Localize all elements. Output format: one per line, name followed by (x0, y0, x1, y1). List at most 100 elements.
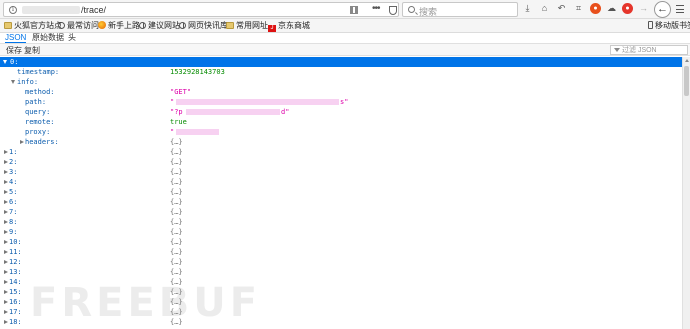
save-button[interactable]: 保存 (4, 45, 24, 55)
bookmark-item[interactable]: 建议网站 (139, 21, 180, 31)
tree-row[interactable]: remote: true (0, 117, 682, 127)
undo-icon[interactable]: ↶ (556, 3, 567, 14)
expand-toggle-icon[interactable] (4, 220, 8, 224)
bookmark-item[interactable]: 新手上路 (98, 21, 140, 31)
tree-value: {…} (170, 188, 183, 196)
tree-key: 11: (9, 248, 22, 256)
url-host-redacted (22, 6, 80, 14)
expand-toggle-icon[interactable] (3, 60, 7, 64)
tree-key: 0: (10, 58, 19, 66)
tree-value: {…} (170, 168, 183, 176)
mobile-bookmarks[interactable]: 移动版书签 (648, 21, 690, 31)
tree-row[interactable]: path: " s" (0, 97, 682, 107)
expand-toggle-icon[interactable] (4, 320, 8, 324)
tree-row[interactable]: 2: {…} (0, 157, 682, 167)
tree-row[interactable]: proxy: " (0, 127, 682, 137)
tree-row[interactable]: 6: {…} (0, 197, 682, 207)
tree-value: {…} (170, 138, 183, 146)
tree-row[interactable]: headers: {…} (0, 137, 682, 147)
tree-value: {…} (170, 228, 183, 236)
tree-key: 6: (9, 198, 18, 206)
tree-key: 1: (9, 148, 18, 156)
vertical-scrollbar[interactable] (682, 57, 690, 329)
bookmark-label: 网页快讯库 (188, 21, 228, 30)
expand-toggle-icon[interactable] (4, 200, 8, 204)
download-icon[interactable]: ⤓ (522, 3, 533, 14)
tree-key: 5: (9, 188, 18, 196)
info-icon[interactable]: i (9, 6, 17, 14)
tree-row[interactable]: method: "GET" (0, 87, 682, 97)
expand-toggle-icon[interactable] (4, 310, 8, 314)
shield-icon[interactable] (389, 6, 397, 15)
expand-toggle-icon[interactable] (4, 150, 8, 154)
expand-toggle-icon[interactable] (4, 290, 8, 294)
tree-row[interactable]: 5: {…} (0, 187, 682, 197)
search-icon (408, 6, 415, 13)
mobile-icon (648, 21, 653, 29)
bookmark-item[interactable]: J 京东商城 (268, 21, 310, 32)
search-bar[interactable]: 搜索 (402, 2, 518, 17)
tree-value: {…} (170, 198, 183, 206)
tree-value: {…} (170, 238, 183, 246)
gear-icon (58, 22, 65, 29)
bookmark-item[interactable]: 火狐官方站点 (4, 21, 62, 31)
tree-row[interactable]: 10: {…} (0, 237, 682, 247)
expand-toggle-icon[interactable] (4, 190, 8, 194)
tree-key: 15: (9, 288, 22, 296)
extension-icon[interactable]: ● (590, 3, 601, 14)
expand-toggle-icon[interactable] (20, 140, 24, 144)
tree-row[interactable]: 4: {…} (0, 177, 682, 187)
tab-headers[interactable]: 头 (68, 33, 76, 43)
bookmark-item[interactable]: 常用网址 (226, 21, 268, 31)
bookmark-label: 常用网址 (236, 21, 268, 30)
copy-button[interactable]: 复制 (22, 45, 42, 55)
globe-icon (139, 22, 146, 29)
redacted-block (186, 109, 280, 115)
tree-row[interactable]: 1: {…} (0, 147, 682, 157)
expand-toggle-icon[interactable] (11, 80, 15, 84)
chat-icon[interactable]: ☁ (606, 3, 617, 14)
weibo-icon[interactable]: ● (622, 3, 633, 14)
tree-row[interactable]: 12: {…} (0, 257, 682, 267)
bookmark-item[interactable]: 最常访问 (58, 21, 99, 31)
expand-toggle-icon[interactable] (4, 170, 8, 174)
home-icon[interactable]: ⌂ (539, 3, 550, 14)
scroll-up-icon[interactable] (684, 59, 689, 62)
filter-json-input[interactable]: 过滤 JSON (610, 45, 688, 55)
tree-key: timestamp: (17, 68, 60, 76)
expand-toggle-icon[interactable] (4, 280, 8, 284)
forward-icon[interactable]: → (638, 3, 649, 14)
tree-row[interactable]: query: "?p d" (0, 107, 682, 117)
tree-row[interactable]: 11: {…} (0, 247, 682, 257)
tree-row[interactable]: 8: {…} (0, 217, 682, 227)
address-bar[interactable]: i /trace/ ••• (3, 2, 399, 17)
expand-toggle-icon[interactable] (4, 260, 8, 264)
tree-row[interactable]: timestamp: 1532928143703 (0, 67, 682, 77)
tree-row[interactable]: 13: {…} (0, 267, 682, 277)
expand-toggle-icon[interactable] (4, 230, 8, 234)
scrollbar-thumb[interactable] (684, 66, 689, 96)
tree-row[interactable]: 7: {…} (0, 207, 682, 217)
expand-toggle-icon[interactable] (4, 300, 8, 304)
bookmark-label: 最常访问 (67, 21, 99, 30)
tree-row[interactable]: 3: {…} (0, 167, 682, 177)
tree-row[interactable]: info: (0, 77, 682, 87)
back-button[interactable]: ← (654, 1, 671, 18)
expand-toggle-icon[interactable] (4, 250, 8, 254)
tree-key: query: (25, 108, 51, 116)
qr-code-icon[interactable] (350, 6, 358, 14)
page-actions-icon[interactable]: ••• (372, 3, 380, 14)
menu-icon[interactable] (676, 5, 684, 13)
expand-toggle-icon[interactable] (4, 270, 8, 274)
expand-toggle-icon[interactable] (4, 160, 8, 164)
firefox-icon (98, 21, 106, 29)
expand-toggle-icon[interactable] (4, 210, 8, 214)
tab-json[interactable]: JSON (5, 33, 27, 43)
tab-raw-data[interactable]: 原始数据 (32, 33, 64, 43)
crop-icon[interactable]: ⌗ (573, 3, 584, 14)
tree-row[interactable]: 9: {…} (0, 227, 682, 237)
tree-row-root[interactable]: 0: (0, 57, 682, 67)
expand-toggle-icon[interactable] (4, 180, 8, 184)
bookmark-item[interactable]: 网页快讯库 (179, 21, 228, 31)
expand-toggle-icon[interactable] (4, 240, 8, 244)
